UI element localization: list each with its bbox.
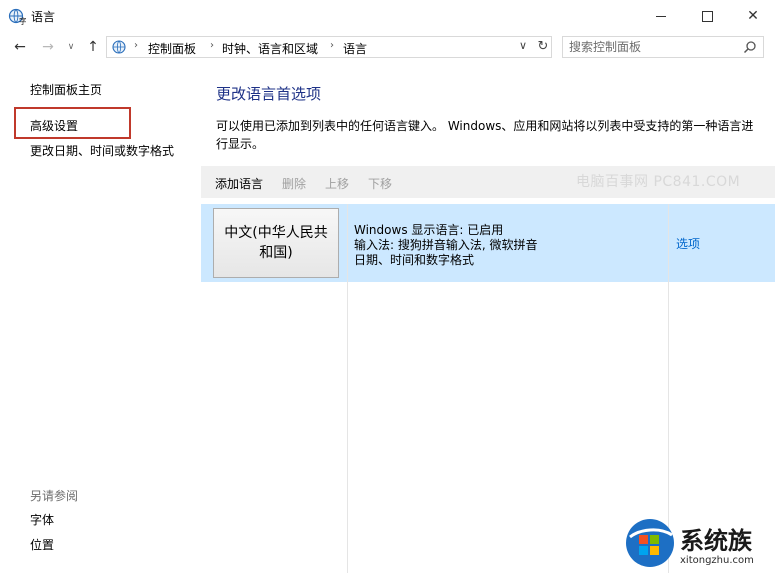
page-description: 可以使用已添加到列表中的任何语言键入。 Windows、应用和网站将以列表中受支… [216,119,754,151]
arrow-left-icon: ← [14,39,26,55]
close-icon: ✕ [747,8,759,24]
up-button[interactable]: ↑ [84,38,102,56]
breadcrumb-clock-language-region[interactable]: 时钟、语言和区域 [222,40,318,57]
move-up-button[interactable]: 上移 [325,175,349,192]
refresh-icon[interactable]: ↻ [535,37,551,57]
language-row[interactable]: 中文(中华人民共 和国) Windows 显示语言: 已启用 输入法: 搜狗拼音… [201,204,775,282]
chevron-down-icon: ∨ [67,42,75,52]
breadcrumb-separator: › [210,40,214,51]
minimize-button[interactable] [638,0,684,32]
search-input[interactable] [569,40,739,54]
remove-button[interactable]: 删除 [282,175,306,192]
breadcrumb-language[interactable]: 语言 [343,40,367,57]
sidebar-change-date-time-format[interactable]: 更改日期、时间或数字格式 [30,142,174,159]
address-bar[interactable]: › 控制面板 › 时钟、语言和区域 › 语言 ∨ ↻ [106,36,552,58]
see-also-heading: 另请参阅 [30,489,79,503]
logo-text: 系统族 [680,527,752,555]
watermark-text: 电脑百事网 PC841.COM [576,174,741,190]
recent-locations-button[interactable]: ∨ [64,38,78,56]
branding-logo: 系统族 xitongzhu.com [622,515,776,573]
maximize-icon [701,10,713,22]
language-globe-icon: 字 [8,8,26,25]
arrow-up-icon: ↑ [87,39,99,55]
breadcrumb-control-panel[interactable]: 控制面板 [148,40,196,57]
arrow-right-icon: → [42,39,54,55]
sidebar-advanced-settings[interactable]: 高级设置 [30,117,78,134]
language-name-line1: 中文(中华人民共 [224,225,328,241]
search-box[interactable] [562,36,764,58]
language-name-button[interactable]: 中文(中华人民共 和国) [213,208,339,278]
maximize-button[interactable] [684,0,730,32]
breadcrumb-separator: › [134,40,138,51]
sidebar-control-panel-home[interactable]: 控制面板主页 [30,81,102,98]
sidebar-fonts[interactable]: 字体 [30,511,54,528]
formats-info: 日期、时间和数字格式 [354,253,475,267]
column-divider [347,204,348,573]
control-panel-icon [112,40,126,54]
logo-url: xitongzhu.com [680,555,754,566]
page-title: 更改语言首选项 [216,85,322,103]
language-options-link[interactable]: 选项 [676,235,700,252]
address-dropdown-icon[interactable]: ∨ [519,39,527,52]
language-name-line2: 和国) [259,245,293,261]
window-title: 语言 [31,10,56,24]
add-language-button[interactable]: 添加语言 [215,175,263,192]
search-icon[interactable] [743,40,757,54]
close-button[interactable]: ✕ [730,0,776,32]
title-bar: 字 语言 ✕ [0,0,776,32]
svg-text:字: 字 [19,16,26,25]
back-button[interactable]: ← [10,38,30,56]
minimize-icon [656,15,666,17]
sidebar-location[interactable]: 位置 [30,536,54,553]
forward-button[interactable]: → [38,38,58,56]
breadcrumb-separator: › [330,40,334,51]
move-down-button[interactable]: 下移 [368,175,392,192]
globe-logo-icon [626,519,674,567]
